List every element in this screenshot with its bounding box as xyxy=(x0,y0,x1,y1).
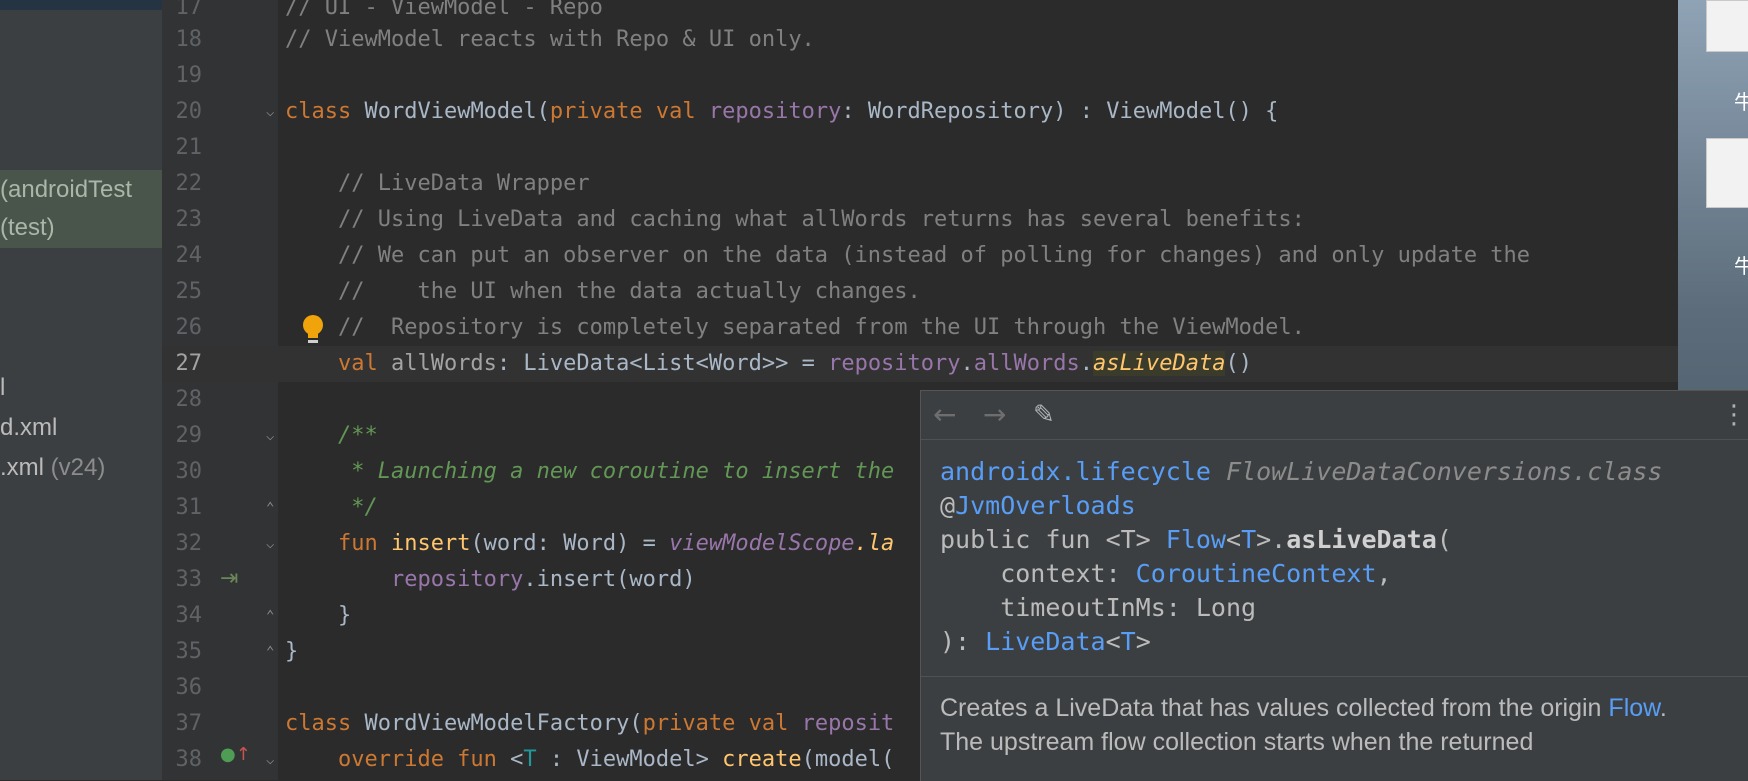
doc-description: Creates a LiveData that has values colle… xyxy=(940,694,1667,756)
line-number: 21 xyxy=(175,135,203,160)
code-text: repository.insert(word) xyxy=(285,567,696,592)
code-line: 25 // the UI when the data actually chan… xyxy=(162,274,1678,310)
fold-marker-icon[interactable]: ⌵ xyxy=(266,537,274,551)
code-line: 23 // Using LiveData and caching what al… xyxy=(162,202,1678,238)
fold-marker-icon[interactable]: ⌵ xyxy=(266,105,274,119)
line-number: 30 xyxy=(175,459,203,484)
tree-item-label: (test) xyxy=(0,214,55,241)
code-text: /** xyxy=(285,423,378,448)
line-number: 33 xyxy=(175,567,203,592)
code-text: // LiveData Wrapper xyxy=(285,171,590,196)
code-text: // We can put an observer on the data (i… xyxy=(285,243,1531,268)
function-name: asLiveData xyxy=(1286,525,1437,554)
line-number: 36 xyxy=(175,675,203,700)
line-number: 26 xyxy=(175,315,203,340)
fold-end-icon[interactable]: ⌃ xyxy=(266,501,274,515)
tree-item-xml-v24[interactable]: .xml (v24) xyxy=(0,448,162,488)
class-file-name: FlowLiveDataConversions.class xyxy=(1226,457,1663,486)
desktop-file-thumbnail[interactable] xyxy=(1706,0,1748,52)
code-text: // Repository is completely separated fr… xyxy=(285,315,1305,340)
tree-item-label: l xyxy=(0,374,6,401)
line-number: 32 xyxy=(175,531,203,556)
code-text: // the UI when the data actually changes… xyxy=(285,279,921,304)
code-text: */ xyxy=(285,495,378,520)
line-number: 19 xyxy=(175,63,203,88)
line-number: 20 xyxy=(175,99,203,124)
code-line: 21 xyxy=(162,130,1678,166)
package-link[interactable]: androidx.lifecycle xyxy=(940,457,1211,486)
code-line: 26 // Repository is completely separated… xyxy=(162,310,1678,346)
doc-toolbar: ← → ✎ ⋮ xyxy=(921,391,1748,440)
doc-divider xyxy=(921,676,1748,677)
line-number: 24 xyxy=(175,243,203,268)
fold-marker-icon[interactable]: ⌵ xyxy=(266,753,274,767)
desktop-file-thumbnail[interactable] xyxy=(1706,138,1748,208)
code-line: 24 // We can put an observer on the data… xyxy=(162,238,1678,274)
line-number: 29 xyxy=(175,423,203,448)
livedata-link[interactable]: LiveData xyxy=(985,627,1105,656)
code-text: // ViewModel reacts with Repo & UI only. xyxy=(285,27,815,52)
flow-link[interactable]: Flow xyxy=(1166,525,1226,554)
code-line: 20 class WordViewModel(private val repos… xyxy=(162,94,1678,130)
fold-end-icon[interactable]: ⌃ xyxy=(266,609,274,623)
more-options-icon[interactable]: ⋮ xyxy=(1721,399,1747,431)
code-text: fun insert(word: Word) = viewModelScope.… xyxy=(285,531,895,556)
line-number: 38 xyxy=(175,747,203,772)
override-icon[interactable]: ●↑ xyxy=(220,744,251,765)
annotation-link[interactable]: JvmOverloads xyxy=(955,491,1136,520)
flow-link[interactable]: Flow xyxy=(1608,694,1659,722)
project-tool-window: (androidTest (test) l d.xml .xml (v24) xyxy=(0,0,162,780)
line-number: 27 xyxy=(175,351,203,376)
fold-marker-icon[interactable]: ⌵ xyxy=(266,429,274,443)
code-line: 22 // LiveData Wrapper xyxy=(162,166,1678,202)
forward-arrow-icon[interactable]: → xyxy=(983,399,1006,431)
line-number: 34 xyxy=(175,603,203,628)
edit-source-icon[interactable]: ✎ xyxy=(1033,399,1055,431)
code-text: // Using LiveData and caching what allWo… xyxy=(285,207,1305,232)
code-text: } xyxy=(285,639,299,664)
line-number: 31 xyxy=(175,495,203,520)
desktop-file-label[interactable]: 牛 xyxy=(1734,250,1748,279)
tree-item-file[interactable]: l xyxy=(0,368,162,408)
tree-item-label: d.xml xyxy=(0,414,58,441)
tree-item-xml-file[interactable]: d.xml xyxy=(0,408,162,448)
code-text: class WordViewModel(private val reposito… xyxy=(285,99,1279,124)
code-text: override fun <T : ViewModel> create(mode… xyxy=(285,747,895,772)
code-line: 18 // ViewModel reacts with Repo & UI on… xyxy=(162,22,1678,58)
code-line-current: 27 val allWords: LiveData<List<Word>> = … xyxy=(162,346,1678,382)
line-number: 28 xyxy=(175,387,203,412)
fold-end-icon[interactable]: ⌃ xyxy=(266,645,274,659)
tree-item-android-test[interactable]: (androidTest xyxy=(0,170,162,210)
code-line: 19 xyxy=(162,58,1678,94)
line-number: 23 xyxy=(175,207,203,232)
code-text: } xyxy=(285,603,352,628)
line-number: 37 xyxy=(175,711,203,736)
lightbulb-icon[interactable] xyxy=(300,314,326,346)
line-number: 22 xyxy=(175,171,203,196)
quick-documentation-popup: ← → ✎ ⋮ androidx.lifecycle FlowLiveDataC… xyxy=(920,390,1748,781)
code-text: val allWords: LiveData<List<Word>> = rep… xyxy=(285,351,1252,376)
code-text: * Launching a new coroutine to insert th… xyxy=(285,459,895,484)
suspend-call-icon[interactable]: ⇥ xyxy=(220,566,238,591)
line-number: 18 xyxy=(175,27,203,52)
back-arrow-icon[interactable]: ← xyxy=(933,399,956,431)
tree-item-test[interactable]: (test) xyxy=(0,208,162,248)
project-panel-header xyxy=(0,0,162,10)
tree-item-qualifier: (v24) xyxy=(44,454,106,481)
as-live-data-call[interactable]: asLiveData xyxy=(1093,351,1226,376)
tree-item-label: (androidTest xyxy=(0,176,133,203)
line-number: 25 xyxy=(175,279,203,304)
code-text: class WordViewModelFactory(private val r… xyxy=(285,711,895,736)
tree-item-label: .xml xyxy=(0,454,44,481)
doc-signature: androidx.lifecycle FlowLiveDataConversio… xyxy=(940,457,1663,656)
coroutine-context-link[interactable]: CoroutineContext xyxy=(1136,559,1377,588)
desktop-file-label[interactable]: 牛 xyxy=(1734,86,1748,115)
line-number: 35 xyxy=(175,639,203,664)
